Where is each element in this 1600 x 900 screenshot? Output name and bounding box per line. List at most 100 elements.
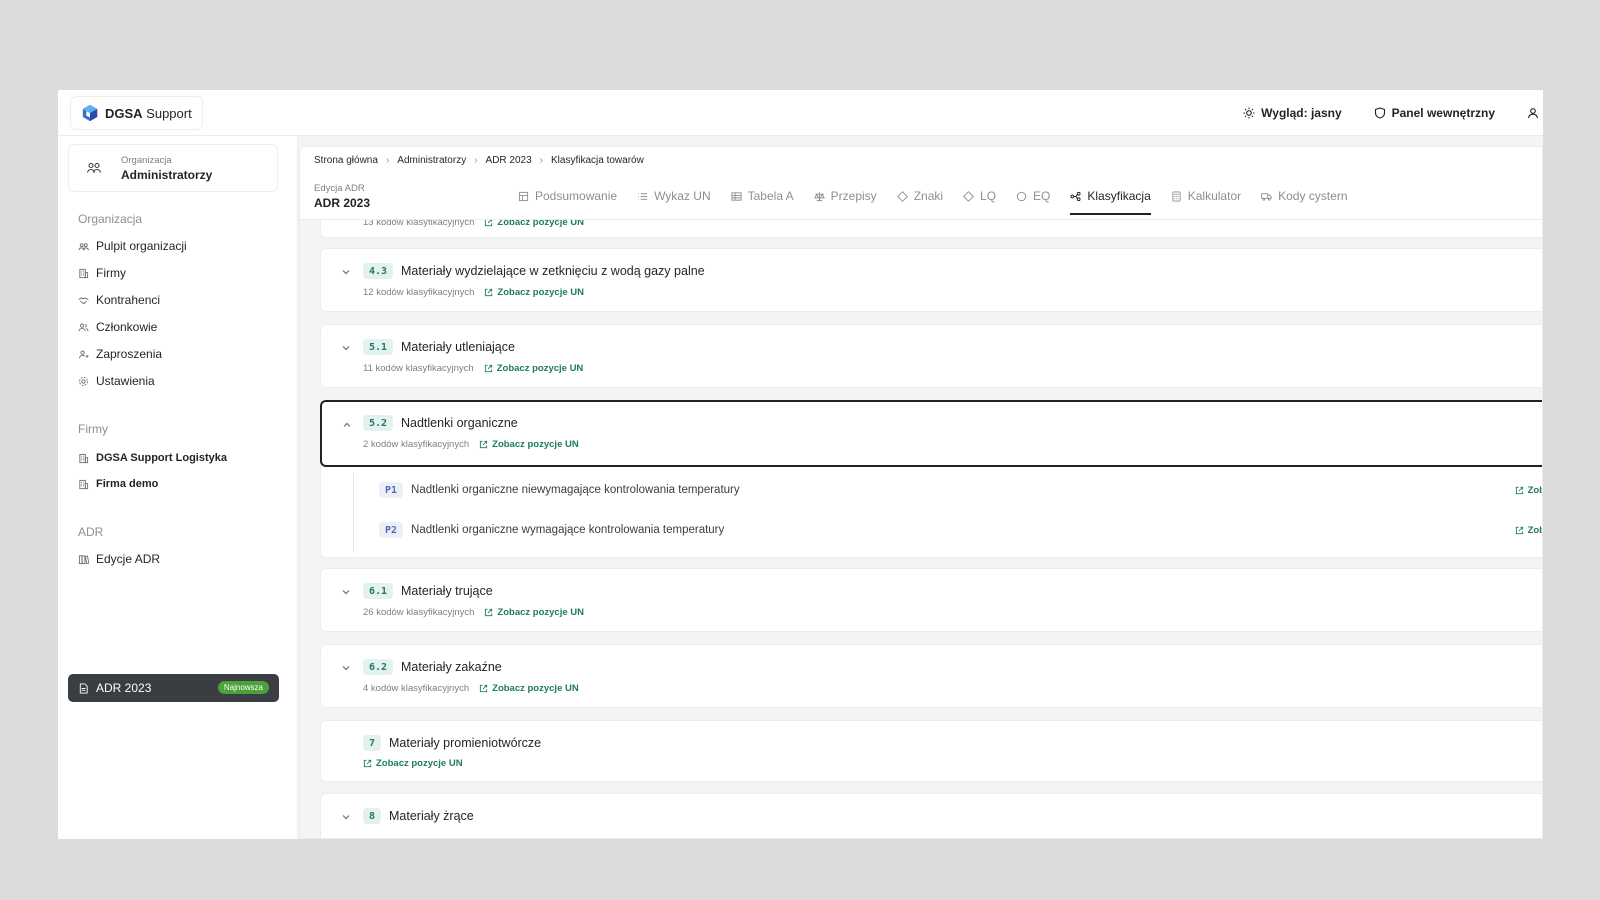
sidebar-item-contractors[interactable]: Kontrahenci	[78, 290, 160, 310]
tab-summary[interactable]: Podsumowanie	[518, 177, 617, 215]
view-un-link[interactable]: Zobacz pozycje UN	[363, 758, 463, 769]
users-icon	[78, 242, 89, 250]
breadcrumb-adr[interactable]: ADR 2023	[486, 155, 532, 166]
chevron-down-icon[interactable]	[341, 663, 351, 673]
breadcrumb-admins[interactable]: Administratorzy	[397, 155, 466, 166]
class-title: Materiały trujące	[401, 584, 493, 598]
summary-icon	[518, 191, 529, 201]
class-card-5-2[interactable]: 5.2 Nadtlenki organiczne 2 kodów klasyfi…	[320, 400, 1542, 467]
internal-panel-button[interactable]: Panel wewnętrzny	[1374, 106, 1495, 120]
chevron-down-icon[interactable]	[341, 267, 351, 277]
view-un-link[interactable]: Zobacz pozycje UN	[484, 363, 583, 374]
breadcrumb-home[interactable]: Strona główna	[314, 155, 378, 166]
external-link-icon	[485, 608, 493, 617]
app-logo[interactable]: DGSA Support	[70, 96, 203, 130]
tab-signs[interactable]: Znaki	[896, 177, 943, 215]
class-count: 11 kodów klasyfikacyjnych	[363, 363, 474, 374]
users-icon	[81, 155, 107, 181]
sidebar-item-settings[interactable]: Ustawienia	[78, 371, 155, 391]
class-code-badge: 6.2	[363, 659, 394, 675]
external-link-icon	[1515, 526, 1523, 534]
view-un-link[interactable]: Zobacz pozycje UN	[479, 683, 579, 694]
chevron-down-icon[interactable]	[341, 812, 351, 822]
tab-eq[interactable]: EQ	[1016, 177, 1050, 215]
tab-tank-codes[interactable]: Kody cystern	[1261, 177, 1348, 215]
tab-lq[interactable]: LQ	[963, 177, 996, 215]
diamond-icon	[896, 190, 908, 202]
tab-table-a[interactable]: Tabela A	[731, 177, 794, 215]
class-count: 13 kodów klasyfikacyjnych	[363, 220, 475, 228]
edition-label: Edycja ADR	[314, 183, 365, 194]
main-panel: Strona główna › Administratorzy › ADR 20…	[299, 146, 1543, 839]
organization-switcher[interactable]: Organizacja Administratorzy	[68, 144, 278, 192]
external-link-icon	[484, 364, 492, 373]
tab-bar: Podsumowanie Wykaz UN Tabela A Przepisy …	[518, 177, 1368, 215]
class-code-badge: 6.1	[363, 583, 394, 599]
sidebar-item-adr-editions[interactable]: Edycje ADR	[78, 549, 160, 569]
class-card-6-1[interactable]: 6.1 Materiały trujące 26 kodów klasyfika…	[320, 568, 1542, 632]
latest-badge: Najnowsza	[217, 681, 269, 694]
sun-icon	[1243, 107, 1255, 119]
theme-toggle-button[interactable]: Wygląd: jasny	[1243, 106, 1342, 120]
tab-calculator[interactable]: Kalkulator	[1171, 177, 1241, 215]
user-icon[interactable]	[1527, 107, 1539, 119]
class-code-badge: 7	[363, 735, 382, 751]
document-icon	[79, 682, 88, 694]
class-card-5-1[interactable]: 5.1 Materiały utleniające 11 kodów klasy…	[320, 324, 1542, 388]
view-un-link[interactable]: Zobacz pozycje UN	[479, 439, 579, 450]
app-name: DGSA Support	[105, 105, 192, 121]
chevron-down-icon[interactable]	[341, 587, 351, 597]
class-code-badge: 8	[363, 808, 382, 824]
gear-icon	[79, 376, 88, 386]
external-link-icon	[485, 288, 493, 297]
class-card-8[interactable]: 8 Materiały żrące	[320, 793, 1542, 838]
top-bar: DGSA Support Wygląd: jasny Panel wewnętr…	[58, 90, 1543, 136]
truck-icon	[1261, 192, 1272, 201]
handshake-icon	[78, 296, 89, 304]
org-label: Organizacja	[121, 154, 172, 166]
class-title: Nadtlenki organiczne	[401, 416, 518, 430]
edition-name: ADR 2023	[314, 196, 371, 210]
class-title: Materiały wydzielające w zetknięciu z wo…	[401, 264, 705, 278]
diamond-outline-icon	[963, 190, 974, 202]
class-card-4-3[interactable]: 4.3 Materiały wydzielające w zetknięciu …	[320, 248, 1542, 312]
sidebar-item-dgsa-logistics[interactable]: DGSA Support Logistyka	[78, 448, 227, 468]
sidebar-item-members[interactable]: Członkowie	[78, 317, 157, 337]
class-card-6-2[interactable]: 6.2 Materiały zakaźne 4 kodów klasyfikac…	[320, 644, 1542, 708]
subitem-guide-line	[353, 473, 354, 553]
sidebar-item-org-dashboard[interactable]: Pulpit organizacji	[78, 236, 187, 256]
sidebar-item-invitations[interactable]: Zaproszenia	[78, 344, 162, 364]
subitem-code-badge: P1	[379, 482, 404, 498]
chevron-down-icon[interactable]	[341, 343, 351, 353]
chevron-up-icon[interactable]	[342, 420, 352, 430]
sidebar-item-adr-2023[interactable]: ADR 2023 Najnowsza	[68, 674, 279, 702]
external-link-icon	[480, 684, 488, 693]
view-un-link[interactable]: Zobacz pozycje UN	[484, 607, 584, 618]
subitem-title: Nadtlenki organiczne niewymagające kontr…	[411, 484, 740, 496]
class-count: 26 kodów klasyfikacyjnych	[363, 607, 475, 618]
sidebar-item-firms[interactable]: Firmy	[78, 263, 126, 283]
view-un-link[interactable]: Zobacz pozycje UN	[484, 287, 584, 298]
subitem-p2[interactable]: P2 Nadtlenki organiczne wymagające kontr…	[379, 513, 1542, 547]
calculator-icon	[1172, 190, 1181, 202]
tab-regulations[interactable]: Przepisy	[813, 177, 877, 215]
class-card-partial[interactable]: 13 kodów klasyfikacyjnych Zobacz pozycje…	[320, 220, 1542, 238]
logo-icon	[82, 104, 98, 122]
tab-un-list[interactable]: Wykaz UN	[637, 177, 711, 215]
class-title: Materiały promieniotwórcze	[389, 736, 542, 750]
view-un-link[interactable]: Zob	[1515, 485, 1542, 496]
class-title: Materiały utleniające	[401, 340, 515, 354]
scale-icon	[813, 191, 825, 201]
subitem-code-badge: P2	[379, 522, 404, 538]
class-count: 12 kodów klasyfikacyjnych	[363, 287, 475, 298]
sidebar-item-demo-firm[interactable]: Firma demo	[78, 474, 158, 494]
view-un-link[interactable]: Zobacz pozycje UN	[484, 220, 584, 228]
tab-classification[interactable]: Klasyfikacja	[1070, 177, 1152, 215]
members-icon	[78, 323, 89, 331]
classification-icon	[1070, 191, 1081, 201]
external-link-icon	[363, 759, 372, 768]
class-title: Materiały żrące	[389, 809, 474, 823]
class-card-7[interactable]: 7 Materiały promieniotwórcze Zobacz pozy…	[320, 720, 1542, 782]
subitem-p1[interactable]: P1 Nadtlenki organiczne niewymagające ko…	[379, 473, 1542, 507]
view-un-link[interactable]: Zob	[1515, 525, 1542, 536]
